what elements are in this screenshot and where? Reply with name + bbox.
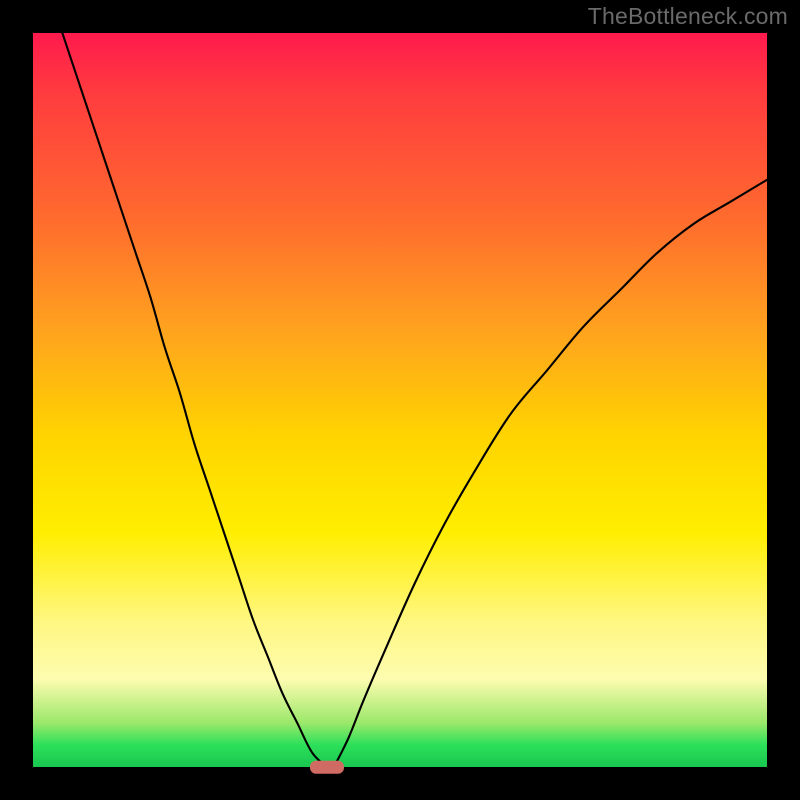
curve-right-branch	[334, 180, 767, 767]
plot-area	[33, 33, 767, 767]
chart-frame: TheBottleneck.com	[0, 0, 800, 800]
minimum-marker	[310, 761, 344, 774]
curve-layer	[33, 33, 767, 767]
curve-left-branch	[62, 33, 326, 767]
watermark-text: TheBottleneck.com	[588, 3, 788, 30]
